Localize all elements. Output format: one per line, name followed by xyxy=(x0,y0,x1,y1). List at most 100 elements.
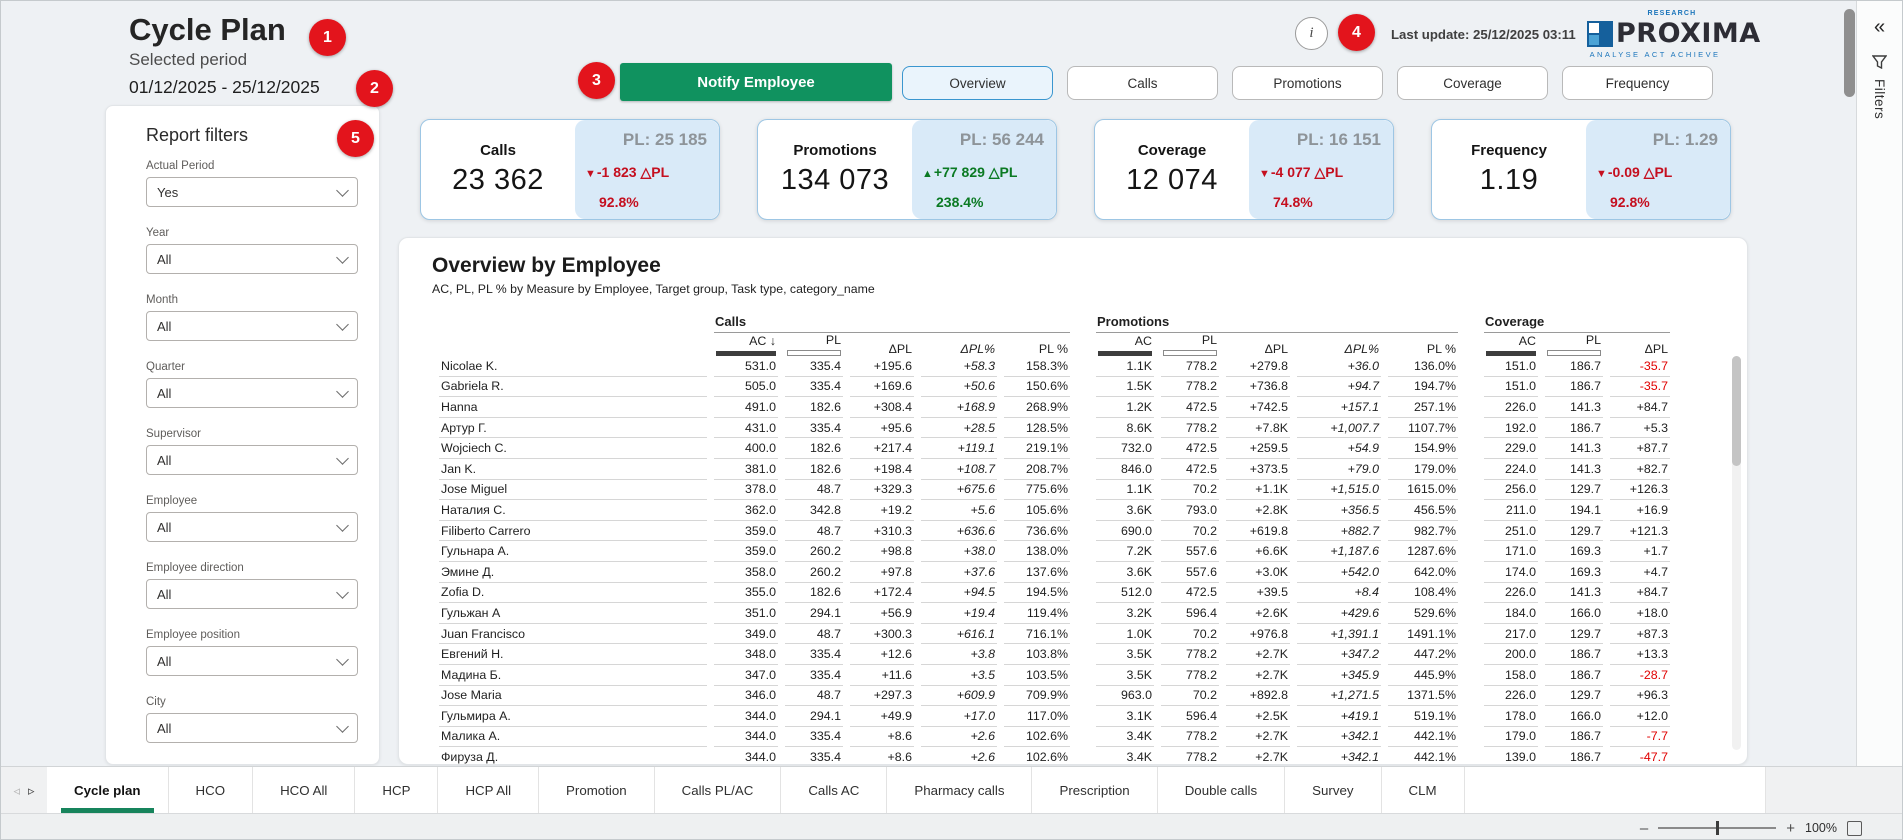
employee-name-cell[interactable]: Nicolae K. xyxy=(439,356,707,377)
info-icon[interactable]: i xyxy=(1295,17,1328,50)
column-header-promotions-pl-[interactable]: PL % xyxy=(1388,333,1458,356)
kpi-title: Calls xyxy=(480,142,516,159)
filter-dropdown-city[interactable]: All xyxy=(146,713,358,743)
tab-double-calls[interactable]: Double calls xyxy=(1158,767,1285,814)
page-scrollbar[interactable] xyxy=(1844,7,1855,805)
notify-employee-button[interactable]: Notify Employee xyxy=(620,63,892,101)
column-header-promotions--pl[interactable]: ΔPL xyxy=(1226,333,1290,356)
tab-hcp-all[interactable]: HCP All xyxy=(438,767,539,814)
column-header-calls--pl[interactable]: ΔPL xyxy=(850,333,914,356)
column-header-promotions-pl[interactable]: PL xyxy=(1161,333,1219,356)
value-cell: 3.1K xyxy=(1096,706,1154,727)
filter-funnel-icon[interactable] xyxy=(1872,55,1887,69)
view-button-calls[interactable]: Calls xyxy=(1067,66,1218,100)
filter-selected-value: All xyxy=(157,319,171,334)
filter-dropdown-month[interactable]: All xyxy=(146,311,358,341)
column-header-calls--pl-[interactable]: ΔPL% xyxy=(921,333,997,356)
zoom-out-button[interactable]: – xyxy=(1640,821,1648,836)
column-header-coverage-ac[interactable]: AC xyxy=(1484,333,1538,356)
employee-name-cell[interactable]: Наталия С. xyxy=(439,500,707,521)
value-cell: 557.6 xyxy=(1161,562,1219,583)
employee-name-cell[interactable]: Juan Francisco xyxy=(439,624,707,645)
page-scrollbar-thumb[interactable] xyxy=(1844,9,1855,97)
value-cell: 359.0 xyxy=(714,541,778,562)
column-header-coverage--pl[interactable]: ΔPL xyxy=(1610,333,1670,356)
chevron-down-icon xyxy=(336,184,349,197)
logo-brand-text: PROXIMA xyxy=(1616,18,1761,49)
employee-name-cell[interactable]: Гульжан А xyxy=(439,603,707,624)
tab-clm[interactable]: CLM xyxy=(1382,767,1465,814)
value-cell: 260.2 xyxy=(785,562,843,583)
tabs-next-icon[interactable]: ▹ xyxy=(28,783,35,799)
tab-hcp[interactable]: HCP xyxy=(355,767,438,814)
value-cell: 179.0% xyxy=(1388,459,1458,480)
value-cell: 151.0 xyxy=(1484,377,1538,398)
value-cell: +976.8 xyxy=(1226,624,1290,645)
zoom-slider[interactable] xyxy=(1658,827,1776,829)
filter-dropdown-employee-direction[interactable]: All xyxy=(146,579,358,609)
filter-dropdown-actual-period[interactable]: Yes xyxy=(146,177,358,207)
value-cell: +84.7 xyxy=(1610,397,1670,418)
value-cell: +119.1 xyxy=(921,438,997,459)
tabs-prev-icon[interactable]: ◃ xyxy=(13,783,20,799)
value-cell: 3.5K xyxy=(1096,665,1154,686)
tab-survey[interactable]: Survey xyxy=(1285,767,1381,814)
value-cell: 141.3 xyxy=(1545,459,1603,480)
value-cell: +39.5 xyxy=(1226,583,1290,604)
employee-name-cell[interactable]: Гульмира А. xyxy=(439,706,707,727)
employee-name-cell[interactable]: Wojciech C. xyxy=(439,438,707,459)
column-header-calls-pl[interactable]: PL xyxy=(785,333,843,356)
tab-hco[interactable]: HCO xyxy=(169,767,254,814)
view-button-overview[interactable]: Overview xyxy=(902,66,1053,100)
table-scrollbar[interactable] xyxy=(1732,356,1741,750)
fit-to-page-icon[interactable] xyxy=(1847,821,1862,836)
filter-dropdown-year[interactable]: All xyxy=(146,244,358,274)
view-button-promotions[interactable]: Promotions xyxy=(1232,66,1383,100)
zoom-slider-thumb[interactable] xyxy=(1716,821,1719,835)
column-header-promotions--pl-[interactable]: ΔPL% xyxy=(1297,333,1381,356)
employee-name-cell[interactable]: Filiberto Carrero xyxy=(439,521,707,542)
tab-prescription[interactable]: Prescription xyxy=(1032,767,1157,814)
column-header-promotions-ac[interactable]: AC xyxy=(1096,333,1154,356)
employee-name-cell[interactable]: Zofia D. xyxy=(439,583,707,604)
value-cell: 642.0% xyxy=(1388,562,1458,583)
value-cell: +308.4 xyxy=(850,397,914,418)
column-header-coverage-pl[interactable]: PL xyxy=(1545,333,1603,356)
employee-name-cell[interactable]: Jose Miguel xyxy=(439,480,707,501)
column-header-calls-ac-[interactable]: AC ↓ xyxy=(714,333,778,356)
employee-name-cell[interactable]: Евгений Н. xyxy=(439,644,707,665)
employee-name-cell[interactable]: Фируза Д. xyxy=(439,747,707,765)
value-cell: 3.5K xyxy=(1096,644,1154,665)
value-cell: -28.7 xyxy=(1610,665,1670,686)
filter-dropdown-employee-position[interactable]: All xyxy=(146,646,358,676)
employee-name-cell[interactable]: Гульнара А. xyxy=(439,541,707,562)
employee-name-cell[interactable]: Эмине Д. xyxy=(439,562,707,583)
employee-name-cell[interactable]: Jose Maria xyxy=(439,686,707,707)
tab-cycle-plan[interactable]: Cycle plan xyxy=(47,767,169,814)
employee-name-cell[interactable]: Мадина Б. xyxy=(439,665,707,686)
filter-dropdown-supervisor[interactable]: All xyxy=(146,445,358,475)
employee-name-cell[interactable]: Малика А. xyxy=(439,727,707,748)
selected-period-label: Selected period xyxy=(129,50,320,70)
employee-name-cell[interactable]: Gabriela R. xyxy=(439,377,707,398)
filter-field-actual-period: Actual PeriodYes xyxy=(146,160,358,207)
view-button-frequency[interactable]: Frequency xyxy=(1562,66,1713,100)
filter-dropdown-employee[interactable]: All xyxy=(146,512,358,542)
value-cell: 226.0 xyxy=(1484,397,1538,418)
column-header-calls-pl-[interactable]: PL % xyxy=(1004,333,1070,356)
tab-calls-pl-ac[interactable]: Calls PL/AC xyxy=(655,767,782,814)
value-cell: 129.7 xyxy=(1545,686,1603,707)
employee-name-cell[interactable]: Jan K. xyxy=(439,459,707,480)
tab-calls-ac[interactable]: Calls AC xyxy=(781,767,887,814)
table-scrollbar-thumb[interactable] xyxy=(1732,356,1741,466)
employee-name-cell[interactable]: Артур Г. xyxy=(439,418,707,439)
filter-dropdown-quarter[interactable]: All xyxy=(146,378,358,408)
tab-pharmacy-calls[interactable]: Pharmacy calls xyxy=(887,767,1032,814)
tab-promotion[interactable]: Promotion xyxy=(539,767,655,814)
employee-name-cell[interactable]: Hanna xyxy=(439,397,707,418)
tab-hco-all[interactable]: HCO All xyxy=(253,767,355,814)
zoom-in-button[interactable]: + xyxy=(1786,821,1795,836)
value-cell: +3.8 xyxy=(921,644,997,665)
expand-filters-pane-button[interactable]: « xyxy=(1874,17,1885,37)
view-button-coverage[interactable]: Coverage xyxy=(1397,66,1548,100)
